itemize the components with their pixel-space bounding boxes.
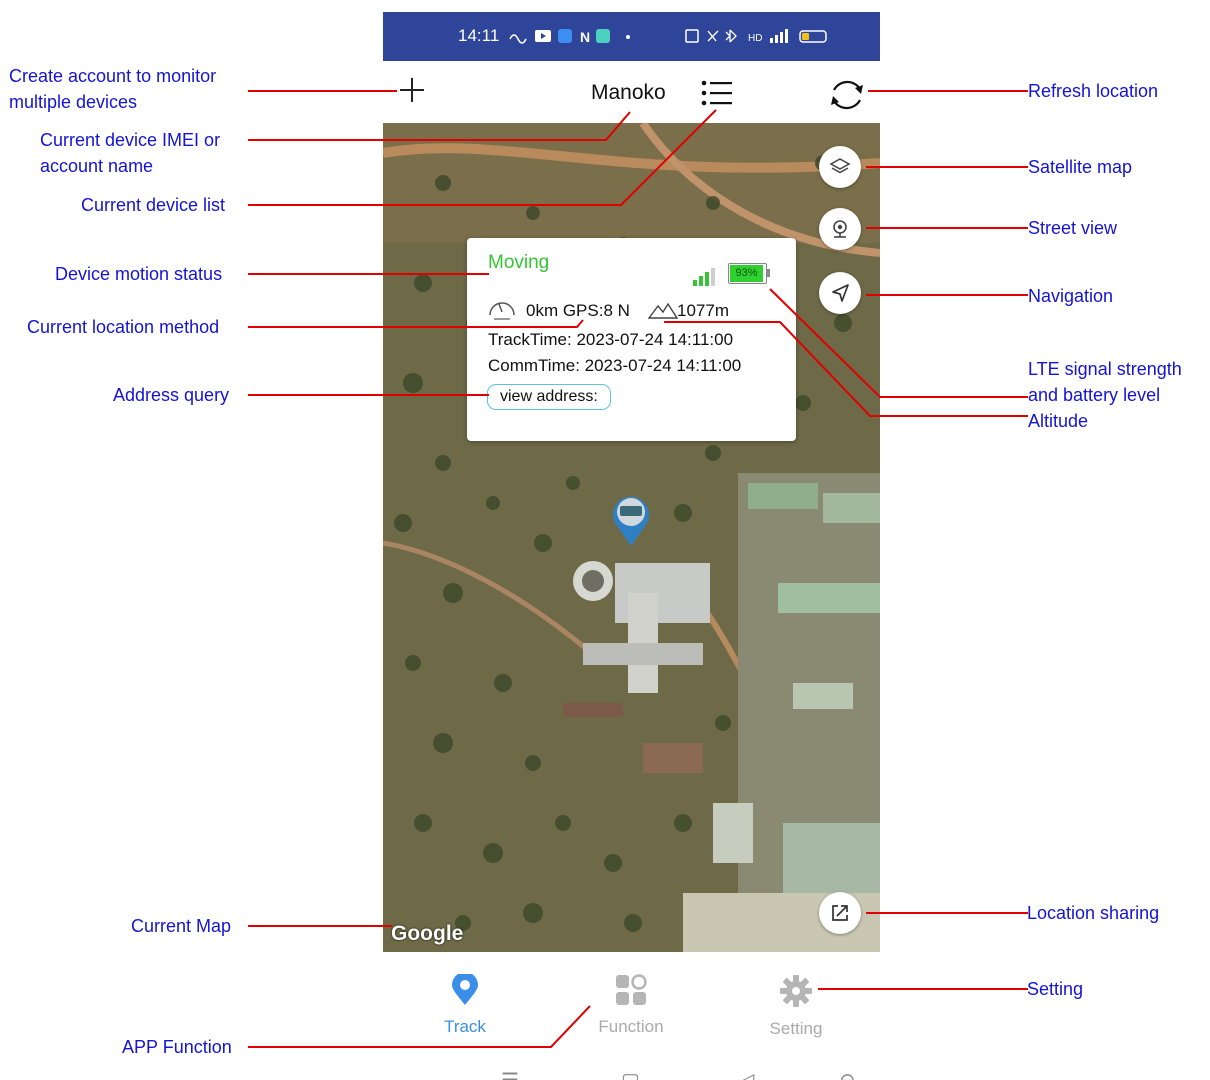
annotation-create-account: Create account to monitor multiple devic… <box>9 66 217 112</box>
annotation-lte-battery: LTE signal strength and battery level <box>1028 359 1182 405</box>
annotation-location-method: Current location method <box>27 317 220 337</box>
annotation-motion-status: Device motion status <box>55 264 223 284</box>
annotation-setting: Setting <box>1027 979 1084 999</box>
annotation-current-map: Current Map <box>131 916 232 936</box>
annotation-device-imei: Current device IMEI or account name <box>40 130 221 176</box>
annotation-app-function: APP Function <box>122 1037 232 1057</box>
annotation-altitude: Altitude <box>1028 411 1089 431</box>
annotation-navigation: Navigation <box>1028 286 1114 306</box>
annotation-street-view: Street view <box>1028 218 1118 238</box>
annotation-device-list: Current device list <box>81 195 226 215</box>
annotation-address-query: Address query <box>113 385 230 405</box>
annotation-refresh-location: Refresh location <box>1028 81 1159 101</box>
annotation-satellite-map: Satellite map <box>1028 157 1133 177</box>
annotation-location-sharing: Location sharing <box>1027 903 1160 923</box>
